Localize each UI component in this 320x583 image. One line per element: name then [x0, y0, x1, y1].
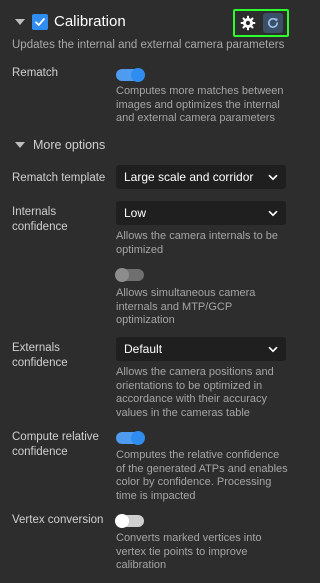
chevron-down-icon	[268, 210, 278, 216]
externals-confidence-label: Externals confidence	[12, 342, 68, 369]
section-title: Calibration	[54, 13, 126, 30]
rematch-template-value: Large scale and corridor	[124, 170, 254, 184]
reset-button[interactable]	[263, 13, 283, 33]
vertex-conversion-description: Converts marked vertices into vertex tie…	[116, 532, 262, 572]
toggle-knob	[131, 68, 145, 82]
settings-button[interactable]	[239, 14, 257, 32]
internals-confidence-select[interactable]: Low	[116, 201, 286, 225]
chevron-down-icon	[268, 174, 278, 180]
internals-confidence-description: Allows the camera internals to be optimi…	[116, 230, 279, 256]
rematch-description: Computes more matches between images and…	[116, 85, 284, 125]
more-options-caret-icon[interactable]	[15, 142, 25, 148]
toggle-knob	[115, 514, 129, 528]
chevron-down-icon	[268, 346, 278, 352]
relative-confidence-toggle[interactable]	[116, 431, 145, 445]
toggle-knob	[115, 268, 129, 282]
rematch-template-label: Rematch template	[12, 172, 106, 184]
section-subtitle: Updates the internal and external camera…	[12, 39, 285, 51]
internals-confidence-label: Internals confidence	[12, 206, 68, 233]
rematch-label: Rematch	[12, 67, 59, 79]
relative-confidence-description: Computes the relative confidence of the …	[116, 449, 288, 502]
gear-icon	[240, 15, 256, 31]
simultaneous-optimization-toggle[interactable]	[115, 268, 144, 282]
externals-confidence-select[interactable]: Default	[116, 337, 286, 361]
header-actions	[233, 9, 289, 37]
vertex-conversion-label: Vertex conversion	[12, 514, 104, 526]
internals-confidence-value: Low	[124, 206, 147, 220]
more-options-label[interactable]: More options	[33, 138, 105, 153]
rematch-template-select[interactable]: Large scale and corridor	[116, 165, 286, 189]
collapse-caret-icon[interactable]	[15, 19, 25, 25]
simultaneous-optimization-description: Allows simultaneous camera internals and…	[116, 287, 256, 327]
externals-confidence-value: Default	[124, 342, 163, 356]
relative-confidence-label: Compute relative confidence	[12, 431, 99, 458]
externals-confidence-description: Allows the camera positions and orientat…	[116, 366, 274, 419]
vertex-conversion-toggle[interactable]	[115, 514, 144, 528]
check-icon	[35, 18, 45, 26]
rematch-toggle[interactable]	[116, 68, 145, 82]
refresh-icon	[268, 17, 278, 28]
toggle-knob	[131, 431, 145, 445]
calibration-checkbox[interactable]	[32, 14, 48, 30]
